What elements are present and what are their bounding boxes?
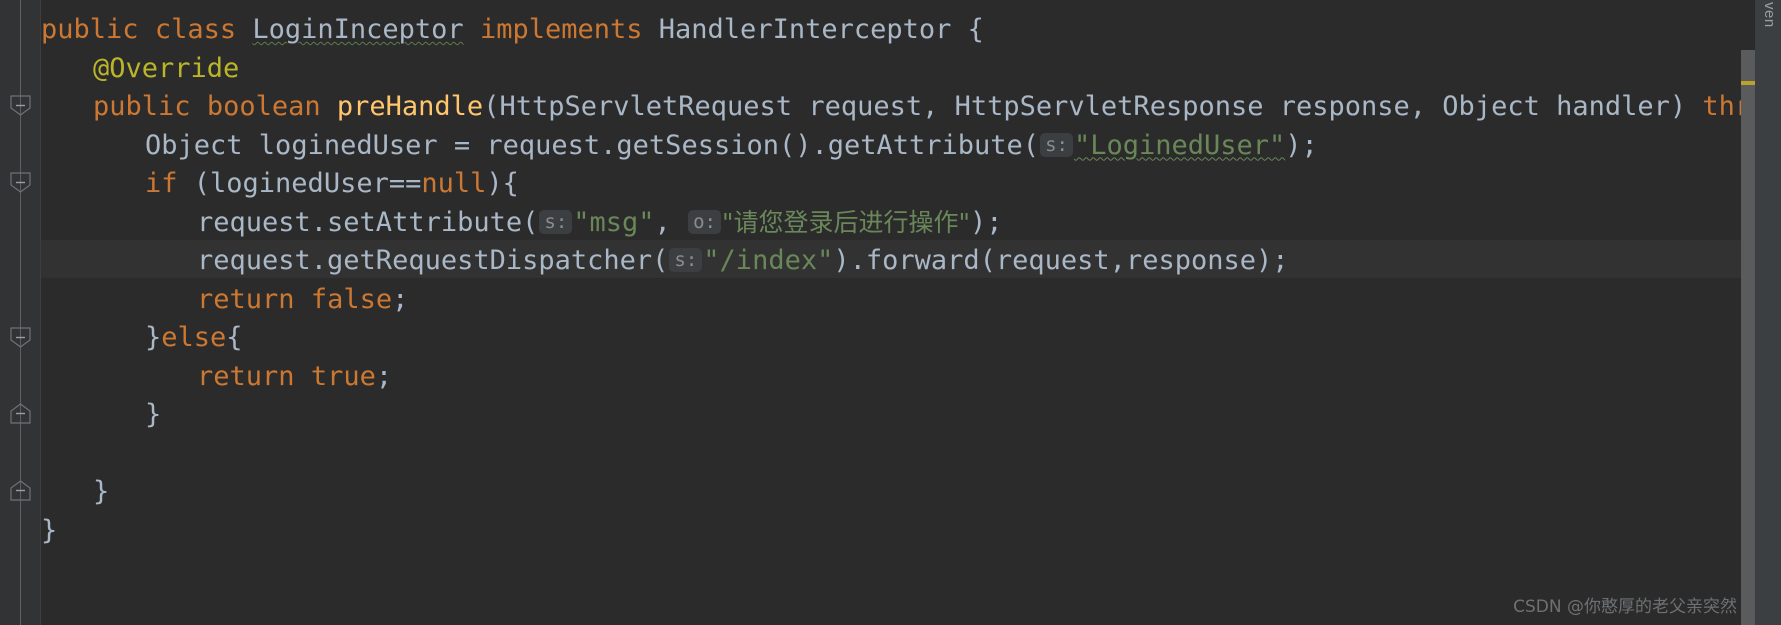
code-token: preHandle xyxy=(336,91,484,122)
code-line[interactable] xyxy=(41,435,1781,474)
code-token: false xyxy=(310,283,393,315)
code-token: Object xyxy=(145,129,243,161)
fold-collapse-method-icon[interactable] xyxy=(10,172,31,193)
code-token: ); xyxy=(969,206,1003,238)
code-token: , xyxy=(654,206,688,238)
code-token: request.setAttribute( xyxy=(197,206,539,238)
code-token: } xyxy=(93,476,110,507)
code-token: HandlerInterceptor xyxy=(658,14,952,45)
code-text[interactable]: public class LoginInceptor implements Ha… xyxy=(41,0,1781,550)
inlay-parameter-hint[interactable]: o: xyxy=(688,209,721,234)
fold-end-else-icon[interactable] xyxy=(10,403,31,424)
fold-collapse-if-icon[interactable] xyxy=(10,327,31,348)
code-token: return xyxy=(197,283,295,315)
code-token: handler) xyxy=(1539,91,1703,122)
code-line[interactable]: public boolean preHandle(HttpServletRequ… xyxy=(41,88,1781,127)
code-token: ; xyxy=(392,283,409,315)
code-token: { xyxy=(226,322,243,353)
code-line[interactable]: Object loginedUser = request.getSession(… xyxy=(41,127,1781,166)
code-token: HttpServletRequest xyxy=(499,91,793,122)
code-token: request, xyxy=(792,91,955,122)
code-token: ).forward(request,response); xyxy=(833,245,1289,276)
right-tool-panel[interactable]: ven xyxy=(1755,0,1781,625)
tool-window-tab-maven[interactable]: ven xyxy=(1761,2,1778,28)
code-line[interactable]: public class LoginInceptor implements Ha… xyxy=(41,11,1781,50)
code-line[interactable]: if (loginedUser==null){ xyxy=(41,165,1781,204)
code-token: ){ xyxy=(486,168,519,199)
code-line[interactable]: return false; xyxy=(41,281,1781,320)
code-line[interactable]: } xyxy=(41,473,1781,512)
scrollbar-warning-marker[interactable] xyxy=(1741,81,1755,85)
code-token: (loginedUser== xyxy=(177,168,422,199)
code-line[interactable]: request.setAttribute(s: "msg", o: "请您登录后进行… xyxy=(41,204,1781,243)
watermark-text: CSDN @你憨厚的老父亲突然 xyxy=(1513,597,1737,617)
code-token: implements xyxy=(479,14,643,45)
inlay-parameter-hint[interactable]: s: xyxy=(539,209,573,234)
fold-end-method-icon[interactable] xyxy=(10,480,31,501)
code-token: @Override xyxy=(93,52,240,84)
inlay-parameter-hint[interactable]: s: xyxy=(1040,132,1073,157)
code-token: public xyxy=(93,91,191,122)
code-token: "请您登录后进行操作" xyxy=(721,207,970,237)
code-token: ; xyxy=(375,360,393,392)
code-token: true xyxy=(310,360,376,392)
code-token: Object xyxy=(1442,91,1540,122)
code-token: class xyxy=(154,14,237,45)
code-token: public xyxy=(41,14,139,45)
code-token: request.getRequestDispatcher( xyxy=(197,245,669,276)
editor-gutter[interactable] xyxy=(0,0,41,625)
code-token: null xyxy=(421,168,487,199)
code-token: LoginInceptor xyxy=(252,14,464,45)
code-token: HttpServletResponse xyxy=(954,91,1264,122)
code-token: } xyxy=(41,514,58,546)
fold-rail xyxy=(20,0,21,625)
code-token: if xyxy=(145,168,178,199)
code-line[interactable]: } xyxy=(41,396,1781,435)
code-token: "/index" xyxy=(703,245,834,276)
code-token: ); xyxy=(1285,129,1318,161)
code-token: } xyxy=(145,322,162,353)
code-content-area[interactable]: public class LoginInceptor implements Ha… xyxy=(41,0,1781,625)
code-token: ( xyxy=(483,91,500,122)
code-line[interactable]: @Override xyxy=(41,50,1781,89)
code-token: response, xyxy=(1263,91,1443,122)
vertical-scrollbar-thumb[interactable] xyxy=(1741,50,1755,625)
code-token: "LoginedUser" xyxy=(1073,129,1286,161)
code-token: "msg" xyxy=(573,206,655,238)
code-token: loginedUser = request.getSession().getAt… xyxy=(242,129,1040,161)
code-token: else xyxy=(161,322,227,353)
code-line[interactable]: } xyxy=(41,512,1781,551)
code-token: } xyxy=(145,399,162,430)
code-line[interactable]: }else{ xyxy=(41,319,1781,358)
code-token: boolean xyxy=(206,91,321,122)
fold-collapse-class-icon[interactable] xyxy=(10,95,31,116)
code-line[interactable]: return true; xyxy=(41,358,1781,397)
code-line[interactable]: request.getRequestDispatcher(s: "/index")… xyxy=(41,242,1781,281)
code-token: return xyxy=(197,360,295,392)
inlay-parameter-hint[interactable]: s: xyxy=(669,248,703,272)
code-token: { xyxy=(951,14,984,45)
code-editor-window: public class LoginInceptor implements Ha… xyxy=(0,0,1781,625)
